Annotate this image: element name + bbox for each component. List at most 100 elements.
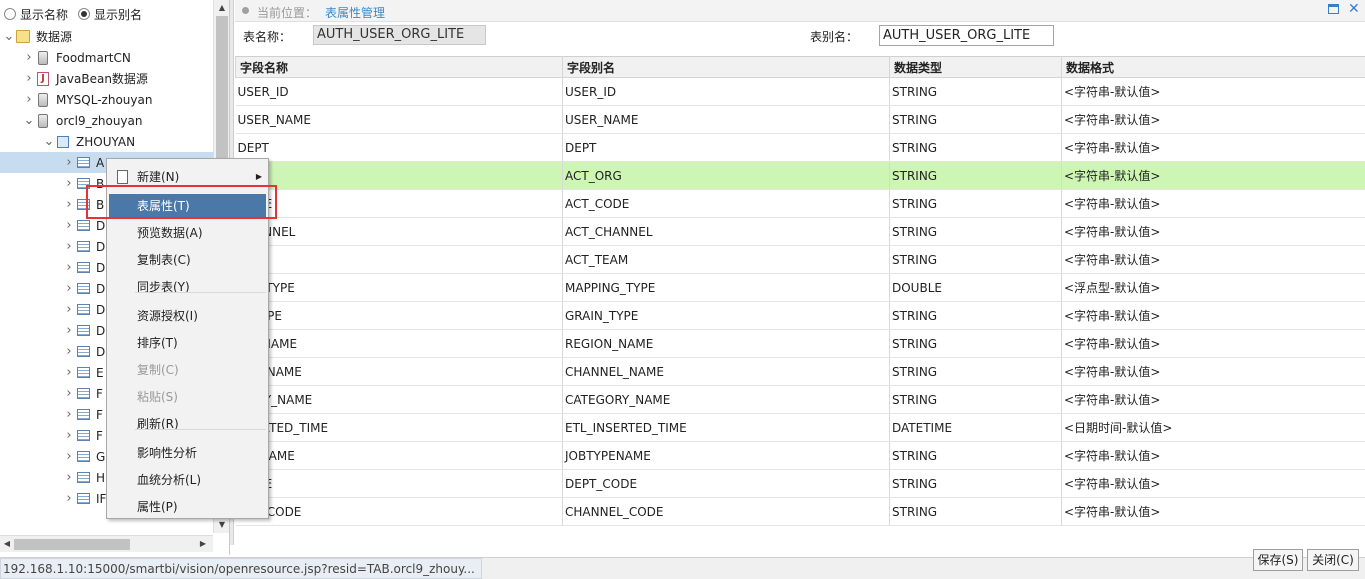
cell-field-name[interactable]: YPENAME xyxy=(235,441,563,470)
menu-item-refresh[interactable]: 刷新(R) xyxy=(109,412,266,436)
header-data-format[interactable]: 数据格式 xyxy=(1061,56,1365,78)
scroll-right-arrow-icon[interactable]: ▶ xyxy=(197,536,209,552)
cell-field-alias[interactable]: DEPT_CODE xyxy=(562,469,890,498)
breadcrumb-current[interactable]: 表属性管理 xyxy=(325,4,385,21)
cell-field-name[interactable]: DEPT xyxy=(235,133,563,162)
cell-field-alias[interactable]: ACT_ORG xyxy=(562,161,890,190)
chevron-right-icon[interactable]: › xyxy=(62,362,76,383)
table-row[interactable]: ON_NAMEREGION_NAME STRING <字符串-默认值> xyxy=(235,329,1365,358)
tree-node[interactable]: › J JavaBean数据源 xyxy=(0,68,213,89)
cell-field-alias[interactable]: ETL_INSERTED_TIME xyxy=(562,413,890,442)
cell-field-alias[interactable]: REGION_NAME xyxy=(562,329,890,358)
close-button[interactable]: 关闭(C) xyxy=(1307,549,1359,571)
chevron-down-icon[interactable]: ⌄ xyxy=(2,26,16,47)
cell-field-name[interactable]: EAM xyxy=(235,245,563,274)
show-alias-label[interactable]: 显示别名 xyxy=(94,6,142,23)
table-row[interactable]: CODEACT_CODE STRING <字符串-默认值> xyxy=(235,189,1365,218)
cell-data-format[interactable]: <字符串-默认值> xyxy=(1061,329,1365,358)
tree-node[interactable]: ⌄ orcl9_zhouyan xyxy=(0,110,213,131)
cell-data-type[interactable]: STRING xyxy=(889,497,1062,526)
show-name-label[interactable]: 显示名称 xyxy=(20,6,68,23)
table-row[interactable]: USER_ID USER_ID STRING <字符串-默认值> xyxy=(235,77,1365,106)
chevron-right-icon[interactable]: › xyxy=(62,320,76,341)
cell-field-alias[interactable]: JOBTYPENAME xyxy=(562,441,890,470)
cell-data-type[interactable]: STRING xyxy=(889,133,1062,162)
header-field-name[interactable]: 字段名称 xyxy=(235,56,563,78)
menu-item-lineage-analysis[interactable]: 血统分析(L) xyxy=(109,468,266,492)
chevron-right-icon[interactable]: › xyxy=(62,488,76,509)
chevron-right-icon[interactable]: › xyxy=(62,152,76,173)
tree-node[interactable]: › MYSQL-zhouyan xyxy=(0,89,213,110)
cell-field-name[interactable]: USER_NAME xyxy=(235,105,563,134)
cell-data-type[interactable]: STRING xyxy=(889,441,1062,470)
cell-field-name[interactable]: NEL_NAME xyxy=(235,357,563,386)
table-row[interactable]: GORY_NAME CATEGORY_NAME STRING <字符串-默认值> xyxy=(235,385,1365,414)
cell-data-type[interactable]: STRING xyxy=(889,77,1062,106)
cell-data-type[interactable]: STRING xyxy=(889,105,1062,134)
tree-horizontal-scrollbar[interactable]: ◀ ▶ xyxy=(0,535,213,552)
cell-data-format[interactable]: <浮点型-默认值> xyxy=(1061,273,1365,302)
cell-data-type[interactable]: STRING xyxy=(889,357,1062,386)
close-icon[interactable]: ✕ xyxy=(1348,1,1360,17)
horizontal-scroll-thumb[interactable] xyxy=(14,539,130,550)
cell-field-alias[interactable]: ACT_CHANNEL xyxy=(562,217,890,246)
cell-field-alias[interactable]: GRAIN_TYPE xyxy=(562,301,890,330)
table-row[interactable]: ING_TYPEMAPPING_TYPE DOUBLE <浮点型-默认值> xyxy=(235,273,1365,302)
scroll-up-arrow-icon[interactable]: ▲ xyxy=(214,1,229,15)
chevron-right-icon[interactable]: › xyxy=(62,173,76,194)
cell-field-alias[interactable]: CHANNEL_CODE xyxy=(562,497,890,526)
menu-item-sort[interactable]: 排序(T) xyxy=(109,331,266,355)
menu-item-sync-table[interactable]: 同步表(Y) xyxy=(109,275,266,299)
cell-field-name[interactable]: USER_ID xyxy=(235,77,563,106)
cell-field-name[interactable]: ING_TYPE xyxy=(235,273,563,302)
cell-data-format[interactable]: <字符串-默认值> xyxy=(1061,497,1365,526)
show-alias-radio[interactable] xyxy=(78,8,91,20)
cell-field-name[interactable]: NSERTED_TIME xyxy=(235,413,563,442)
cell-data-format[interactable]: <字符串-默认值> xyxy=(1061,105,1365,134)
cell-field-name[interactable]: CHANNEL xyxy=(235,217,563,246)
cell-data-format[interactable]: <字符串-默认值> xyxy=(1061,161,1365,190)
header-data-type[interactable]: 数据类型 xyxy=(889,56,1062,78)
menu-item-copy-table[interactable]: 复制表(C) xyxy=(109,248,266,272)
cell-field-alias[interactable]: CHANNEL_NAME xyxy=(562,357,890,386)
chevron-right-icon[interactable]: › xyxy=(62,383,76,404)
cell-field-alias[interactable]: DEPT xyxy=(562,133,890,162)
chevron-right-icon[interactable]: › xyxy=(62,425,76,446)
menu-item-impact-analysis[interactable]: 影响性分析 xyxy=(109,441,266,465)
table-row[interactable]: NEL_NAME CHANNEL_NAME STRING <字符串-默认值> xyxy=(235,357,1365,386)
scroll-left-arrow-icon[interactable]: ◀ xyxy=(1,536,13,552)
table-row[interactable]: ORGACT_ORG STRING <字符串-默认值> xyxy=(235,161,1365,190)
cell-field-name[interactable]: ORG xyxy=(235,161,563,190)
cell-data-format[interactable]: <字符串-默认值> xyxy=(1061,217,1365,246)
table-row[interactable]: YPENAMEJOBTYPENAME STRING <字符串-默认值> xyxy=(235,441,1365,470)
chevron-right-icon[interactable]: › xyxy=(62,194,76,215)
vertical-scroll-thumb[interactable] xyxy=(216,16,228,166)
table-row[interactable]: EAMACT_TEAM STRING <字符串-默认值> xyxy=(235,245,1365,274)
cell-data-type[interactable]: DOUBLE xyxy=(889,273,1062,302)
chevron-right-icon[interactable]: › xyxy=(22,47,36,68)
table-row[interactable]: NEL_CODE CHANNEL_CODE STRING <字符串-默认值> xyxy=(235,497,1365,526)
show-name-radio[interactable] xyxy=(4,8,16,20)
cell-data-format[interactable]: <字符串-默认值> xyxy=(1061,245,1365,274)
cell-field-alias[interactable]: ACT_CODE xyxy=(562,189,890,218)
cell-data-format[interactable]: <字符串-默认值> xyxy=(1061,133,1365,162)
cell-data-format[interactable]: <字符串-默认值> xyxy=(1061,77,1365,106)
cell-data-type[interactable]: STRING xyxy=(889,329,1062,358)
cell-data-type[interactable]: STRING xyxy=(889,245,1062,274)
table-row[interactable]: CHANNELACT_CHANNEL STRING <字符串-默认值> xyxy=(235,217,1365,246)
restore-window-icon[interactable] xyxy=(1328,4,1339,14)
chevron-right-icon[interactable]: › xyxy=(62,278,76,299)
chevron-right-icon[interactable]: › xyxy=(22,89,36,110)
cell-data-type[interactable]: STRING xyxy=(889,217,1062,246)
save-button[interactable]: 保存(S) xyxy=(1253,549,1303,571)
table-row[interactable]: CODEDEPT_CODE STRING <字符串-默认值> xyxy=(235,469,1365,498)
cell-data-format[interactable]: <字符串-默认值> xyxy=(1061,301,1365,330)
cell-data-format[interactable]: <字符串-默认值> xyxy=(1061,357,1365,386)
tree-node[interactable]: ⌄ 数据源 xyxy=(0,26,213,47)
header-field-alias[interactable]: 字段别名 xyxy=(562,56,890,78)
cell-data-format[interactable]: <字符串-默认值> xyxy=(1061,469,1365,498)
cell-data-type[interactable]: STRING xyxy=(889,161,1062,190)
cell-field-alias[interactable]: ACT_TEAM xyxy=(562,245,890,274)
menu-item-preview-data[interactable]: 预览数据(A) xyxy=(109,221,266,245)
menu-item-properties[interactable]: 属性(P) xyxy=(109,495,266,519)
